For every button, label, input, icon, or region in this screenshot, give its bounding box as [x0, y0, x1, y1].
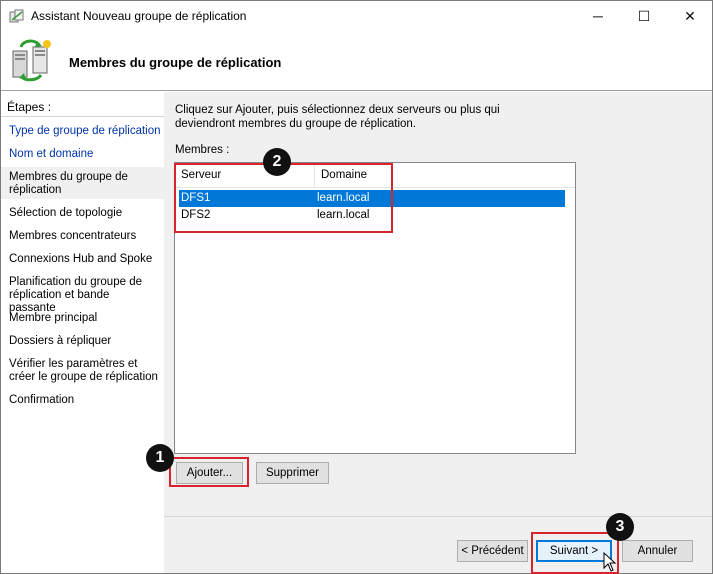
- step-folders-to-replicate: Dossiers à répliquer: [9, 335, 112, 347]
- maximize-button[interactable]: ☐: [621, 1, 667, 31]
- wizard-window: Assistant Nouveau groupe de réplication …: [0, 0, 713, 574]
- title-bar: Assistant Nouveau groupe de réplication …: [1, 1, 712, 31]
- members-label: Membres :: [175, 144, 230, 156]
- step-confirmation: Confirmation: [9, 394, 75, 406]
- step-group-members: Membres du groupe de réplication: [1, 167, 164, 199]
- close-button[interactable]: ✕: [667, 1, 713, 31]
- step-hub-spoke-connections: Connexions Hub and Spoke: [9, 253, 153, 265]
- callout-step-1: 1: [146, 444, 174, 472]
- maximize-icon: ☐: [637, 7, 651, 24]
- callout-step-3: 3: [606, 513, 634, 541]
- step-hub-members: Membres concentrateurs: [9, 230, 137, 242]
- close-icon: ✕: [684, 7, 696, 24]
- step-name-domain[interactable]: Nom et domaine: [1, 148, 164, 161]
- steps-heading: Étapes :: [7, 100, 52, 114]
- previous-button[interactable]: < Précédent: [457, 540, 528, 562]
- replication-wizard-icon: [9, 9, 24, 23]
- remove-button[interactable]: Supprimer: [256, 462, 329, 484]
- divider: [1, 116, 164, 117]
- replication-group-icon: [12, 39, 51, 82]
- step-review-settings: Vérifier les paramètres et créer le grou…: [9, 358, 158, 383]
- step-primary-member: Membre principal: [9, 312, 98, 324]
- steps-sidebar: Étapes : Type de groupe de réplication N…: [1, 92, 164, 573]
- minimize-button[interactable]: ─: [575, 1, 621, 31]
- page-title: Membres du groupe de réplication: [69, 55, 282, 70]
- cancel-button[interactable]: Annuler: [622, 540, 693, 562]
- instructions-text: Cliquez sur Ajouter, puis sélectionnez d…: [175, 104, 500, 130]
- wizard-header: Membres du groupe de réplication: [1, 31, 712, 91]
- step-schedule-bandwidth: Planification du groupe de réplication e…: [9, 276, 142, 314]
- step-replication-type[interactable]: Type de groupe de réplication: [1, 125, 164, 138]
- minimize-icon: ─: [593, 8, 603, 24]
- window-title: Assistant Nouveau groupe de réplication: [31, 9, 247, 23]
- annotation-box-add-button: [169, 457, 249, 487]
- mouse-pointer-icon: [603, 552, 617, 572]
- step-topology-selection: Sélection de topologie: [9, 207, 123, 219]
- callout-step-2: 2: [263, 148, 291, 176]
